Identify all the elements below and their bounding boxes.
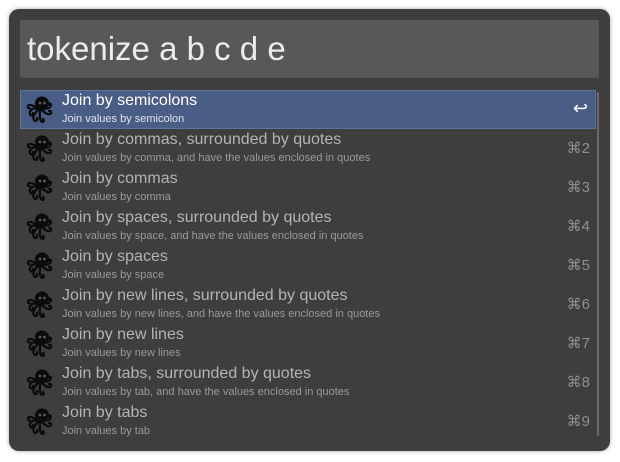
octopus-icon bbox=[26, 173, 53, 201]
result-subtitle: Join values by space bbox=[62, 269, 165, 281]
result-shortcut: ⌘6 bbox=[566, 296, 590, 313]
results-list: Join by semicolons Join values by semico… bbox=[20, 90, 596, 441]
result-subtitle: Join values by tab bbox=[62, 425, 151, 437]
result-title: Join by commas bbox=[62, 170, 178, 187]
result-item-2[interactable]: Join by commas Join values by comma ⌘3 bbox=[20, 168, 596, 207]
result-title: Join by new lines bbox=[62, 326, 184, 343]
octopus-icon bbox=[26, 134, 53, 162]
result-subtitle: Join values by tab, and have the values … bbox=[62, 386, 350, 398]
result-item-8[interactable]: Join by tabs Join values by tab ⌘9 bbox=[20, 402, 596, 441]
result-title: Join by spaces, surrounded by quotes bbox=[62, 209, 332, 226]
result-subtitle: Join values by semicolon bbox=[62, 113, 185, 125]
result-subtitle: Join values by new lines bbox=[62, 347, 181, 359]
result-shortcut: ⌘3 bbox=[566, 179, 590, 196]
octopus-icon bbox=[26, 329, 53, 357]
launcher-window: tokenize a b c d e Join by semicolons Jo… bbox=[9, 9, 610, 451]
result-subtitle: Join values by space, and have the value… bbox=[62, 230, 364, 242]
result-item-4[interactable]: Join by spaces Join values by space ⌘5 bbox=[20, 246, 596, 285]
return-key-icon: ↩ bbox=[572, 98, 588, 118]
result-item-5[interactable]: Join by new lines, surrounded by quotes … bbox=[20, 285, 596, 324]
search-input[interactable]: tokenize a b c d e bbox=[20, 20, 599, 78]
result-shortcut: ⌘5 bbox=[566, 257, 590, 274]
result-title: Join by tabs, surrounded by quotes bbox=[62, 365, 312, 382]
octopus-icon bbox=[26, 368, 53, 396]
result-shortcut: ⌘9 bbox=[566, 413, 590, 430]
result-title: Join by tabs bbox=[62, 404, 148, 421]
result-subtitle: Join values by new lines, and have the v… bbox=[62, 308, 380, 320]
octopus-icon bbox=[26, 212, 53, 240]
result-title: Join by spaces bbox=[62, 248, 168, 265]
result-title: Join by semicolons bbox=[62, 92, 198, 109]
result-shortcut: ⌘7 bbox=[566, 335, 590, 352]
result-title: Join by commas, surrounded by quotes bbox=[62, 131, 342, 148]
result-shortcut: ⌘8 bbox=[566, 374, 590, 391]
result-shortcut: ⌘4 bbox=[566, 218, 590, 235]
result-item-0[interactable]: Join by semicolons Join values by semico… bbox=[20, 90, 596, 129]
result-subtitle: Join values by comma bbox=[62, 191, 171, 203]
result-subtitle: Join values by comma, and have the value… bbox=[62, 152, 371, 164]
results-scrollbar[interactable] bbox=[597, 92, 599, 436]
octopus-icon bbox=[26, 290, 53, 318]
result-item-7[interactable]: Join by tabs, surrounded by quotes Join … bbox=[20, 363, 596, 402]
octopus-icon bbox=[26, 251, 53, 279]
octopus-icon bbox=[26, 407, 53, 435]
result-shortcut: ⌘2 bbox=[566, 140, 590, 157]
result-item-6[interactable]: Join by new lines Join values by new lin… bbox=[20, 324, 596, 363]
octopus-icon bbox=[26, 95, 53, 123]
result-item-1[interactable]: Join by commas, surrounded by quotes Joi… bbox=[20, 129, 596, 168]
result-title: Join by new lines, surrounded by quotes bbox=[62, 287, 348, 304]
result-item-3[interactable]: Join by spaces, surrounded by quotes Joi… bbox=[20, 207, 596, 246]
